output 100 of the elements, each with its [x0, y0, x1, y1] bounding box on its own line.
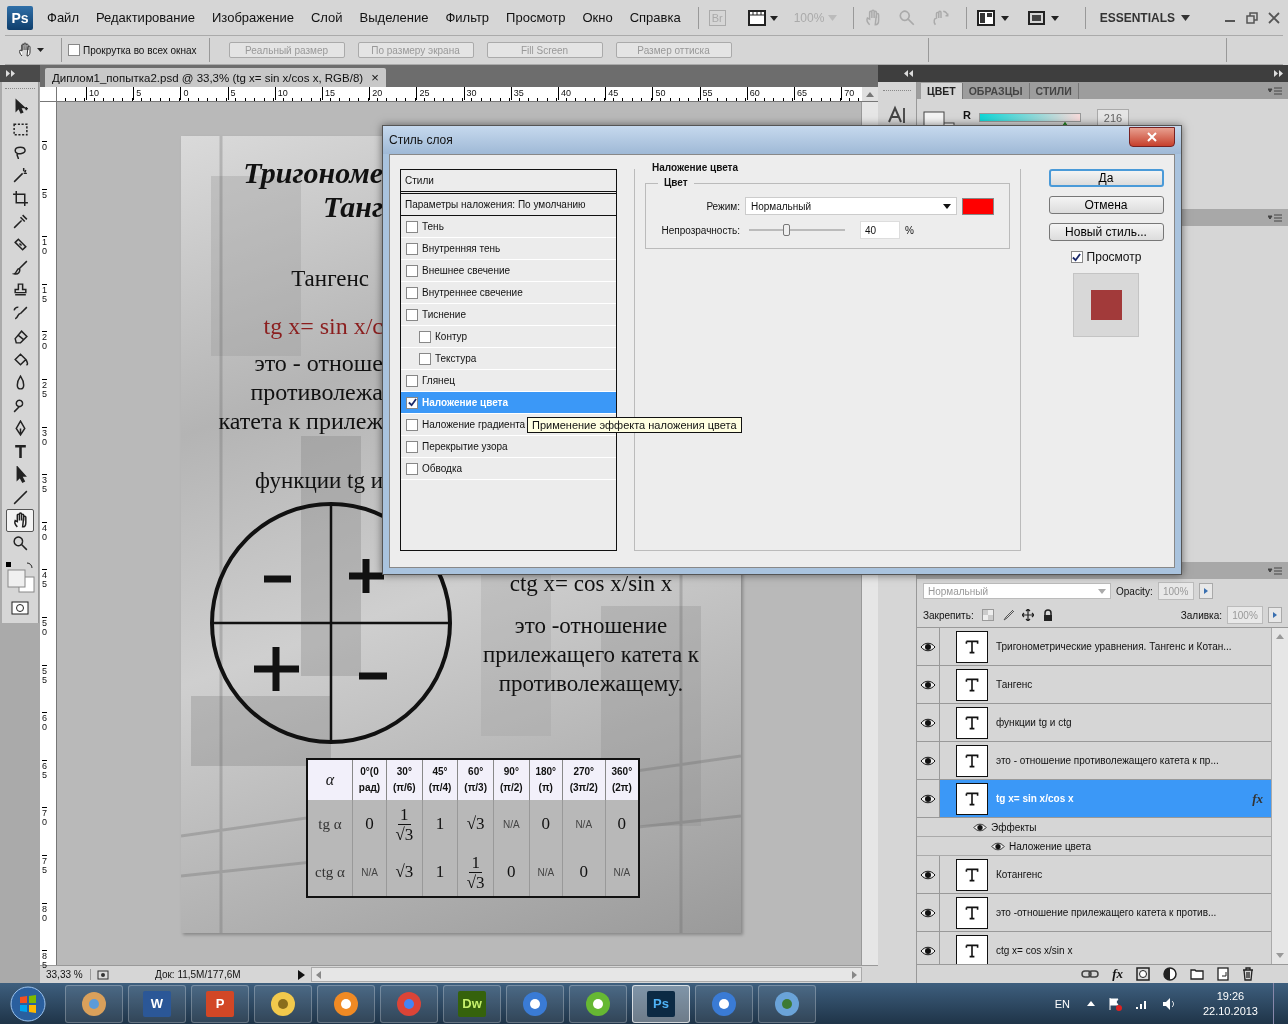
layer-row[interactable]: функции tg и ctg — [917, 704, 1271, 742]
brush-icon[interactable] — [1001, 609, 1014, 621]
menu-item[interactable]: Просмотр — [506, 10, 566, 25]
menu-item[interactable]: Изображение — [212, 10, 294, 25]
trash-icon[interactable] — [1242, 967, 1254, 981]
clock-time[interactable]: 19:26 — [1216, 988, 1245, 1004]
move-icon[interactable] — [1021, 609, 1034, 621]
style-checkbox[interactable] — [406, 440, 418, 453]
scroll-up-icon[interactable] — [866, 91, 874, 97]
channel-slider[interactable] — [978, 113, 1081, 122]
dialog-button[interactable]: Да — [1048, 169, 1164, 187]
horizontal-scrollbar[interactable] — [311, 967, 862, 982]
screen-mode-icon[interactable] — [1027, 9, 1062, 26]
arrange-documents-icon[interactable] — [977, 9, 1012, 26]
style-checkbox[interactable] — [406, 462, 418, 475]
expand-panels-icon[interactable] — [1274, 70, 1284, 77]
fill-slider-icon[interactable] — [1268, 607, 1282, 623]
style-item[interactable]: Контур — [401, 326, 616, 348]
visibility-eye-icon[interactable] — [920, 907, 936, 918]
panel-tab[interactable]: СТИЛИ — [1029, 83, 1079, 99]
hand-tool-button[interactable] — [6, 509, 34, 532]
layer-row[interactable]: это -отношение прилежащего катета к против... — [917, 894, 1271, 932]
style-item[interactable]: Тень — [401, 216, 616, 238]
mask-icon[interactable] — [1136, 967, 1150, 981]
close-icon[interactable] — [1268, 11, 1280, 24]
style-item[interactable]: Внутреннее свечение — [401, 282, 616, 304]
visibility-eye-icon[interactable] — [920, 793, 936, 804]
link-icon[interactable] — [1081, 969, 1100, 979]
clock-date[interactable]: 22.10.2013 — [1202, 1003, 1258, 1019]
status-menu-icon[interactable] — [295, 968, 307, 981]
folder-icon[interactable] — [1190, 968, 1204, 980]
preview-checkbox[interactable] — [1070, 251, 1083, 263]
visibility-eye-icon[interactable] — [920, 679, 936, 690]
visibility-eye-icon[interactable] — [920, 869, 936, 880]
start-button[interactable] — [10, 985, 46, 1022]
style-checkbox[interactable] — [406, 242, 418, 255]
zoom-field[interactable]: 33,33 % — [40, 969, 91, 980]
language-indicator[interactable]: EN — [1054, 997, 1070, 1010]
style-checkbox[interactable] — [406, 264, 418, 277]
styles-header[interactable]: Стили — [401, 170, 616, 194]
blending-options-item[interactable]: Параметры наложения: По умолчанию — [401, 194, 616, 216]
style-item[interactable]: Текстура — [401, 348, 616, 370]
restore-icon[interactable] — [1246, 11, 1258, 24]
slider-thumb[interactable] — [783, 224, 791, 236]
style-checkbox[interactable] — [406, 286, 418, 299]
layer-row[interactable]: Котангенс — [917, 856, 1271, 894]
show-hidden-icons-icon[interactable] — [1086, 1001, 1095, 1006]
style-checkbox[interactable] — [406, 220, 418, 233]
expand-panel-icon[interactable] — [6, 70, 16, 77]
color-swatches-icon[interactable] — [5, 561, 35, 595]
menu-item[interactable]: Редактирование — [95, 10, 195, 25]
volume-icon[interactable] — [1161, 996, 1176, 1011]
visibility-eye-icon[interactable] — [920, 945, 936, 956]
app-logo[interactable]: Ps — [7, 5, 33, 30]
powerpoint-taskbar-button[interactable]: P — [191, 984, 249, 1023]
dialog-button[interactable]: Отмена — [1048, 196, 1164, 214]
close-button[interactable] — [1129, 127, 1175, 147]
style-item[interactable]: Обводка — [401, 458, 616, 480]
photoshop-taskbar-button[interactable]: Ps — [632, 984, 690, 1023]
menu-item[interactable]: Выделение — [359, 10, 429, 25]
style-checkbox[interactable] — [419, 352, 431, 365]
dialog-button[interactable]: Новый стиль... — [1048, 223, 1164, 241]
visibility-eye-icon[interactable] — [973, 822, 987, 832]
flag-icon[interactable] — [1107, 996, 1122, 1011]
menu-item[interactable]: Фильтр — [445, 10, 490, 25]
effects-badge[interactable]: fx — [1252, 790, 1263, 807]
style-checkbox[interactable] — [406, 396, 418, 409]
style-checkbox[interactable] — [406, 418, 418, 431]
add-style-button[interactable]: fx — [1112, 966, 1123, 982]
dreamweaver-taskbar-button[interactable]: Dw — [443, 984, 501, 1023]
quick-mask-icon[interactable] — [11, 601, 29, 615]
layer-row[interactable]: tg x= sin x/cos x fx — [917, 780, 1271, 818]
filmstrip-icon[interactable] — [747, 9, 778, 26]
lock-icon[interactable] — [1041, 609, 1054, 621]
panel-menu-icon[interactable] — [1268, 87, 1282, 95]
panel-tab[interactable]: ОБРАЗЦЫ — [962, 83, 1030, 99]
panel-tab[interactable]: ЦВЕТ — [921, 83, 963, 99]
new-layer-icon[interactable] — [1217, 967, 1229, 981]
visibility-eye-icon[interactable] — [920, 755, 936, 766]
effects-row[interactable]: Эффекты — [917, 818, 1271, 837]
layer-row[interactable]: Тригонометрические уравнения. Тангенс и Котан... — [917, 628, 1271, 666]
panel-menu-icon[interactable] — [1268, 566, 1282, 575]
menu-item[interactable]: Справка — [629, 10, 681, 25]
document-tab[interactable]: Диплом1_попытка2.psd @ 33,3% (tg x= sin x/cos x, RGB/8) × — [45, 68, 386, 87]
hand-tool-preset-icon[interactable] — [17, 42, 47, 58]
style-checkbox[interactable] — [406, 374, 418, 387]
menu-item[interactable]: Слой — [310, 10, 343, 25]
menu-item[interactable]: Окно — [582, 10, 613, 25]
preview-icon[interactable] — [97, 969, 109, 980]
menu-item[interactable]: Файл — [47, 10, 79, 25]
character-panel-icon[interactable] — [887, 105, 907, 125]
adjustment-icon[interactable] — [1163, 967, 1177, 981]
opacity-field[interactable]: 40 — [860, 221, 900, 239]
layer-row[interactable]: это - отношение противолежащего катета к пр... — [917, 742, 1271, 780]
visibility-eye-icon[interactable] — [920, 641, 936, 652]
visibility-eye-icon[interactable] — [920, 717, 936, 728]
scroll-left-icon[interactable] — [316, 970, 321, 979]
scroll-all-checkbox[interactable] — [68, 44, 80, 56]
style-item[interactable]: Тиснение — [401, 304, 616, 326]
blend-mode-dropdown[interactable]: Нормальный — [745, 197, 957, 215]
